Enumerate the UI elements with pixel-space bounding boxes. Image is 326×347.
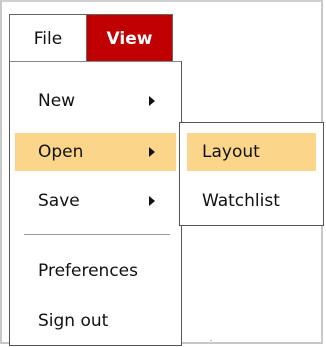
menu-bar: File View bbox=[9, 14, 173, 62]
open-submenu: Layout Watchlist bbox=[179, 122, 324, 226]
menu-item-save[interactable]: Save bbox=[15, 182, 176, 220]
chevron-right-icon bbox=[149, 147, 155, 157]
menu-item-open[interactable]: Open bbox=[15, 133, 176, 171]
menu-item-sign-out-label: Sign out bbox=[38, 311, 109, 331]
menu-item-preferences[interactable]: Preferences bbox=[15, 252, 176, 290]
menu-item-preferences-label: Preferences bbox=[38, 261, 138, 281]
file-dropdown-menu: New Open Save Preferences Sign out bbox=[9, 61, 182, 346]
submenu-item-watchlist[interactable]: Watchlist bbox=[187, 182, 316, 220]
submenu-item-watchlist-label: Watchlist bbox=[202, 191, 280, 211]
chevron-right-icon bbox=[149, 196, 155, 206]
menu-item-new-label: New bbox=[38, 91, 76, 111]
menu-item-new[interactable]: New bbox=[15, 82, 176, 120]
menu-view-label: View bbox=[106, 28, 153, 49]
submenu-item-layout[interactable]: Layout bbox=[187, 133, 316, 171]
chevron-right-icon bbox=[149, 96, 155, 106]
menu-item-open-label: Open bbox=[38, 142, 84, 162]
submenu-item-layout-label: Layout bbox=[202, 142, 260, 162]
menu-item-save-label: Save bbox=[38, 191, 80, 211]
menu-separator bbox=[24, 234, 170, 235]
menu-item-sign-out[interactable]: Sign out bbox=[15, 302, 176, 340]
menu-file[interactable]: File bbox=[10, 15, 86, 62]
background-artifact bbox=[210, 340, 212, 341]
menu-view[interactable]: View bbox=[86, 15, 172, 62]
menu-file-label: File bbox=[33, 28, 63, 49]
